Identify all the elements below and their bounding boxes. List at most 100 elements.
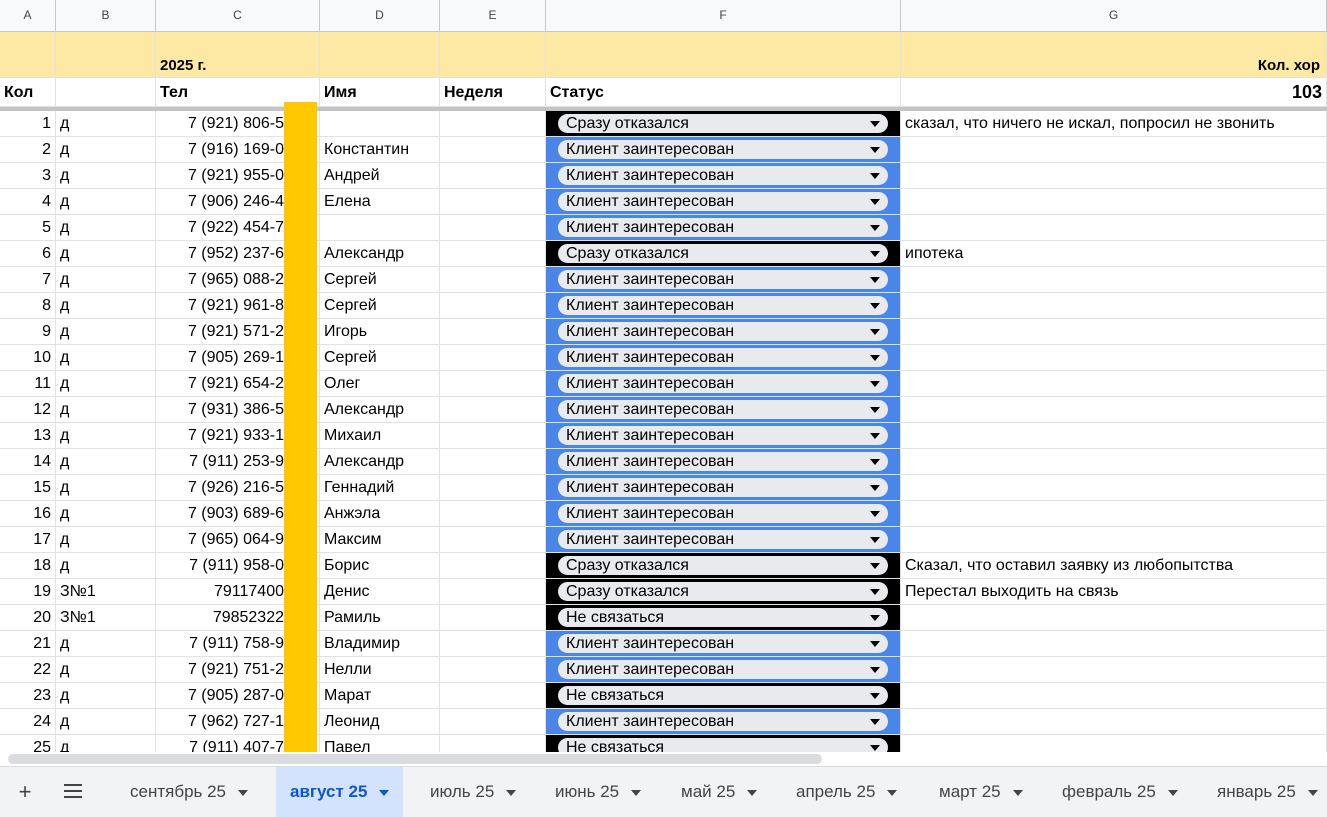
header-name[interactable]: Имя — [320, 78, 440, 107]
dropdown-arrow-icon[interactable] — [870, 693, 880, 699]
note-cell[interactable] — [901, 735, 1327, 753]
row-number[interactable]: 19 — [0, 579, 56, 605]
dropdown-arrow-icon[interactable] — [870, 589, 880, 595]
note-cell[interactable] — [901, 709, 1327, 735]
chevron-down-icon[interactable] — [887, 789, 898, 796]
header-count[interactable]: 103 — [901, 78, 1327, 107]
status-dropdown[interactable]: Клиент заинтересован — [558, 270, 888, 289]
status-dropdown[interactable]: Клиент заинтересован — [558, 712, 888, 731]
sheet-tab[interactable]: апрель 25 — [782, 767, 911, 817]
note-cell[interactable] — [901, 449, 1327, 475]
status-cell[interactable]: Клиент заинтересован — [546, 501, 901, 527]
status-dropdown[interactable]: Клиент заинтересован — [558, 374, 888, 393]
dropdown-arrow-icon[interactable] — [870, 355, 880, 361]
row-number[interactable]: 15 — [0, 475, 56, 501]
status-dropdown[interactable]: Клиент заинтересован — [558, 322, 888, 341]
name-cell[interactable]: Константин — [320, 137, 440, 163]
status-dropdown[interactable]: Клиент заинтересован — [558, 504, 888, 523]
sheet-tab[interactable]: январь 25 — [1203, 767, 1327, 817]
week-cell[interactable] — [440, 527, 546, 553]
row-number[interactable]: 5 — [0, 215, 56, 241]
status-cell[interactable]: Сразу отказался — [546, 579, 901, 605]
column-header-g[interactable]: G — [901, 0, 1327, 31]
note-cell[interactable] — [901, 319, 1327, 345]
name-cell[interactable] — [320, 215, 440, 241]
row-number[interactable]: 20 — [0, 605, 56, 631]
status-cell[interactable]: Клиент заинтересован — [546, 189, 901, 215]
name-cell[interactable]: Александр — [320, 449, 440, 475]
week-cell[interactable] — [440, 319, 546, 345]
status-dropdown[interactable]: Сразу отказался — [558, 244, 888, 263]
dropdown-arrow-icon[interactable] — [870, 277, 880, 283]
type-cell[interactable]: д — [56, 319, 156, 345]
note-cell[interactable] — [901, 631, 1327, 657]
note-cell[interactable]: Сказал, что оставил заявку из любопытств… — [901, 553, 1327, 579]
chevron-down-icon[interactable] — [379, 789, 390, 796]
note-cell[interactable] — [901, 501, 1327, 527]
dropdown-arrow-icon[interactable] — [870, 225, 880, 231]
status-dropdown[interactable]: Сразу отказался — [558, 114, 888, 133]
row-number[interactable]: 6 — [0, 241, 56, 267]
status-cell[interactable]: Клиент заинтересован — [546, 371, 901, 397]
scrollbar-thumb[interactable] — [8, 754, 822, 764]
type-cell[interactable]: д — [56, 475, 156, 501]
name-cell[interactable]: Борис — [320, 553, 440, 579]
week-cell[interactable] — [440, 605, 546, 631]
row-number[interactable]: 16 — [0, 501, 56, 527]
name-cell[interactable]: Геннадий — [320, 475, 440, 501]
dropdown-arrow-icon[interactable] — [870, 199, 880, 205]
status-dropdown[interactable]: Клиент заинтересован — [558, 530, 888, 549]
type-cell[interactable]: д — [56, 501, 156, 527]
year-cell[interactable]: 2025 г. — [156, 32, 320, 78]
chevron-down-icon[interactable] — [1012, 789, 1023, 796]
type-cell[interactable]: д — [56, 735, 156, 753]
status-cell[interactable]: Клиент заинтересован — [546, 319, 901, 345]
dropdown-arrow-icon[interactable] — [870, 121, 880, 127]
name-cell[interactable]: Сергей — [320, 267, 440, 293]
row-number[interactable]: 1 — [0, 111, 56, 137]
status-dropdown[interactable]: Клиент заинтересован — [558, 296, 888, 315]
status-cell[interactable]: Клиент заинтересован — [546, 293, 901, 319]
status-cell[interactable]: Клиент заинтересован — [546, 163, 901, 189]
column-header-c[interactable]: C — [156, 0, 320, 31]
row-number[interactable]: 13 — [0, 423, 56, 449]
status-cell[interactable]: Клиент заинтересован — [546, 631, 901, 657]
sheet-tab[interactable]: июль 25 — [416, 767, 530, 817]
name-cell[interactable]: Александр — [320, 397, 440, 423]
column-header-d[interactable]: D — [320, 0, 440, 31]
status-dropdown[interactable]: Не связаться — [558, 738, 888, 753]
cell-b2[interactable] — [56, 78, 156, 107]
chevron-down-icon[interactable] — [1167, 789, 1178, 796]
week-cell[interactable] — [440, 553, 546, 579]
horizontal-scrollbar[interactable] — [0, 752, 1327, 766]
header-week[interactable]: Неделя — [440, 78, 546, 107]
cell-d1[interactable] — [320, 32, 440, 78]
row-number[interactable]: 9 — [0, 319, 56, 345]
column-header-b[interactable]: B — [56, 0, 156, 31]
name-cell[interactable]: Елена — [320, 189, 440, 215]
week-cell[interactable] — [440, 345, 546, 371]
status-dropdown[interactable]: Клиент заинтересован — [558, 478, 888, 497]
note-cell[interactable] — [901, 189, 1327, 215]
status-dropdown[interactable]: Клиент заинтересован — [558, 192, 888, 211]
type-cell[interactable]: д — [56, 423, 156, 449]
type-cell[interactable]: д — [56, 267, 156, 293]
cell-f1[interactable] — [546, 32, 901, 78]
dropdown-arrow-icon[interactable] — [870, 615, 880, 621]
name-cell[interactable]: Александр — [320, 241, 440, 267]
row-number[interactable]: 10 — [0, 345, 56, 371]
name-cell[interactable] — [320, 111, 440, 137]
type-cell[interactable]: д — [56, 631, 156, 657]
status-cell[interactable]: Сразу отказался — [546, 553, 901, 579]
note-cell[interactable] — [901, 345, 1327, 371]
type-cell[interactable]: д — [56, 397, 156, 423]
status-cell[interactable]: Клиент заинтересован — [546, 709, 901, 735]
week-cell[interactable] — [440, 189, 546, 215]
row-number[interactable]: 2 — [0, 137, 56, 163]
dropdown-arrow-icon[interactable] — [870, 251, 880, 257]
sheet-tab[interactable]: сентябрь 25 — [116, 767, 262, 817]
status-dropdown[interactable]: Сразу отказался — [558, 556, 888, 575]
week-cell[interactable] — [440, 241, 546, 267]
week-cell[interactable] — [440, 293, 546, 319]
row-number[interactable]: 25 — [0, 735, 56, 753]
